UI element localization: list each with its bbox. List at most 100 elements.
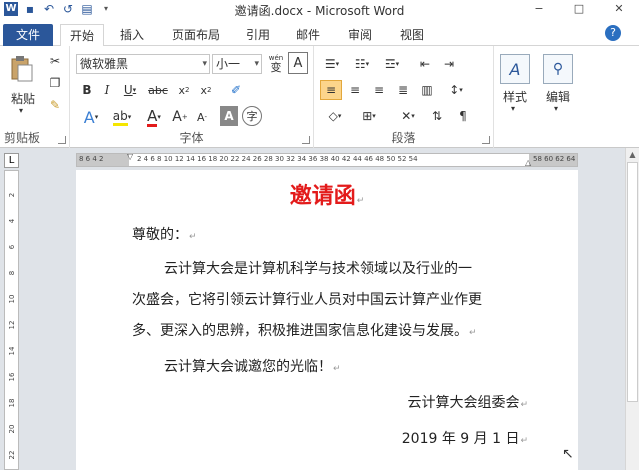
- font-name-combo[interactable]: 微软雅黑 ▾: [76, 54, 210, 74]
- styles-icon[interactable]: A: [500, 54, 530, 84]
- character-border-button[interactable]: A: [288, 52, 308, 74]
- scroll-up-icon[interactable]: ▲: [626, 150, 639, 159]
- editing-label[interactable]: 编辑: [538, 88, 578, 105]
- strikethrough-icon[interactable]: abc: [146, 80, 170, 100]
- paste-button[interactable]: [6, 52, 36, 86]
- shrink-font-icon[interactable]: A-: [192, 106, 212, 128]
- font-group: 微软雅黑 ▾ 小一 ▾ wén 变 A B I U ▾ abc x2 x2 ✐ A…: [70, 46, 314, 148]
- paragraph-group-label: 段落: [391, 131, 416, 145]
- tab-file[interactable]: 文件: [3, 24, 53, 46]
- horizontal-ruler[interactable]: 8 6 4 2 2 4 6 8 10 12 14 16 18 20 22 24 …: [76, 153, 578, 167]
- vertical-scrollbar[interactable]: ▲: [625, 148, 639, 470]
- paste-dropdown-icon[interactable]: ▾: [19, 106, 23, 115]
- title-bar: W ▪ ↶ ↺ ▤ ▾ 邀请函.docx - Microsoft Word − …: [0, 0, 639, 20]
- styles-dropdown-icon[interactable]: ▾: [511, 104, 515, 113]
- font-group-label: 字体: [179, 131, 204, 145]
- paragraph-launcher-icon[interactable]: .: [482, 136, 490, 144]
- show-marks-icon[interactable]: ¶: [452, 106, 474, 126]
- line-spacing-icon[interactable]: ↕ ▾: [442, 80, 470, 100]
- vruler-tick: 6: [8, 244, 16, 250]
- tab-view[interactable]: 视图: [392, 24, 432, 46]
- signature-paragraph: 云计算大会组委会↵: [407, 388, 528, 421]
- text-effects-icon[interactable]: A ▾: [78, 106, 104, 128]
- ruler-right-numbers: 58 60 62 64: [533, 155, 576, 163]
- tab-review[interactable]: 审阅: [340, 24, 380, 46]
- copy-icon[interactable]: ❐: [46, 74, 64, 92]
- paragraph-mark: ↵: [356, 196, 365, 206]
- superscript-icon[interactable]: x2: [196, 80, 216, 100]
- shading-icon[interactable]: ◇ ▾: [320, 106, 350, 126]
- grow-font-icon[interactable]: A +: [170, 106, 190, 128]
- align-center-icon[interactable]: ≡: [344, 80, 366, 100]
- window-controls: − □ ✕: [519, 0, 639, 20]
- italic-icon[interactable]: I: [98, 80, 116, 100]
- multilevel-list-icon[interactable]: ☲ ▾: [378, 54, 406, 74]
- editing-group: ⚲ 编辑 ▾: [538, 46, 578, 148]
- borders-icon[interactable]: ⊞ ▾: [354, 106, 384, 126]
- underline-icon[interactable]: U ▾: [118, 80, 142, 100]
- greeting-paragraph: 尊敬的：↵: [132, 220, 197, 253]
- help-icon[interactable]: ?: [605, 25, 621, 41]
- paragraph-mark: ↵: [469, 328, 477, 338]
- tab-insert[interactable]: 插入: [112, 24, 152, 46]
- align-left-icon[interactable]: ≡: [320, 80, 342, 100]
- subscript-icon[interactable]: x2: [174, 80, 194, 100]
- font-color-icon[interactable]: A ▾: [142, 106, 166, 128]
- justify-icon[interactable]: ≣: [392, 80, 414, 100]
- chinese-layout-icon[interactable]: ✕ ▾: [394, 106, 422, 126]
- vertical-ruler[interactable]: 2 4 6 8 10 12 14 16 18 20 22: [4, 170, 19, 470]
- paragraph-mark: ↵: [189, 232, 197, 242]
- document-page[interactable]: 邀请函↵ 尊敬的：↵ 云计算大会是计算机科学与技术领域以及行业的一 次盛会，它将…: [76, 170, 578, 470]
- vruler-tick: 14: [8, 346, 16, 356]
- decrease-indent-icon[interactable]: ⇤: [414, 54, 436, 74]
- vruler-tick: 18: [8, 398, 16, 408]
- tab-references[interactable]: 引用: [240, 24, 276, 46]
- minimize-button[interactable]: −: [519, 0, 559, 20]
- date-paragraph: 2019 年 9 月 1 日↵: [402, 424, 528, 457]
- paste-label: 粘贴: [10, 92, 35, 106]
- bullets-icon[interactable]: ☰ ▾: [318, 54, 346, 74]
- enclose-characters-icon[interactable]: 字: [242, 106, 262, 126]
- styles-label[interactable]: 样式: [494, 88, 536, 105]
- font-size-combo[interactable]: 小一 ▾: [212, 54, 262, 74]
- paste-icon: [11, 56, 33, 82]
- tab-mailings[interactable]: 邮件: [288, 24, 328, 46]
- styles-group: A 样式 ▾: [494, 46, 536, 148]
- clear-formatting-icon[interactable]: ✐: [224, 80, 248, 100]
- distributed-icon[interactable]: ▥: [416, 80, 438, 100]
- increase-indent-icon[interactable]: ⇥: [438, 54, 460, 74]
- tab-selector-icon[interactable]: L: [4, 153, 19, 168]
- cut-icon[interactable]: ✂: [46, 52, 64, 70]
- numbering-icon[interactable]: ☷ ▾: [348, 54, 376, 74]
- tab-home[interactable]: 开始: [60, 24, 104, 47]
- first-line-indent-marker[interactable]: ▽: [127, 154, 133, 161]
- invite-text: 云计算大会诚邀您的光临！: [164, 359, 332, 375]
- font-name-dropdown-icon[interactable]: ▾: [202, 55, 207, 73]
- right-indent-marker[interactable]: △: [525, 158, 531, 166]
- body-line-3-text: 多、更深入的思辨，积极推进国家信息化建设与发展。: [132, 323, 468, 339]
- format-painter-icon[interactable]: ✎: [46, 96, 64, 114]
- scroll-thumb[interactable]: [627, 162, 638, 402]
- sort-icon[interactable]: ⇅: [426, 106, 448, 126]
- body-line-1: 云计算大会是计算机科学与技术领域以及行业的一: [164, 261, 472, 277]
- vruler-tick: 20: [8, 424, 16, 434]
- close-button[interactable]: ✕: [599, 0, 639, 20]
- vruler-tick: 16: [8, 372, 16, 382]
- font-size-dropdown-icon[interactable]: ▾: [254, 55, 259, 73]
- vruler-tick: 10: [8, 294, 16, 304]
- vruler-tick: 4: [8, 218, 16, 224]
- editing-dropdown-icon[interactable]: ▾: [554, 104, 558, 113]
- clipboard-launcher-icon[interactable]: .: [58, 136, 66, 144]
- restore-button[interactable]: □: [559, 0, 599, 20]
- document-title-text: 邀请函: [289, 184, 356, 209]
- tab-page-layout[interactable]: 页面布局: [164, 24, 228, 46]
- bold-icon[interactable]: B: [78, 80, 96, 100]
- align-right-icon[interactable]: ≡: [368, 80, 390, 100]
- binoculars-icon[interactable]: ⚲: [543, 54, 573, 84]
- phonetic-guide-button[interactable]: wén 变: [266, 52, 286, 74]
- font-launcher-icon[interactable]: .: [302, 136, 310, 144]
- character-shading-icon[interactable]: A: [220, 106, 238, 126]
- highlight-icon[interactable]: ab ▾: [108, 106, 136, 128]
- paragraph-mark: ↵: [520, 400, 528, 410]
- vruler-tick: 12: [8, 320, 16, 330]
